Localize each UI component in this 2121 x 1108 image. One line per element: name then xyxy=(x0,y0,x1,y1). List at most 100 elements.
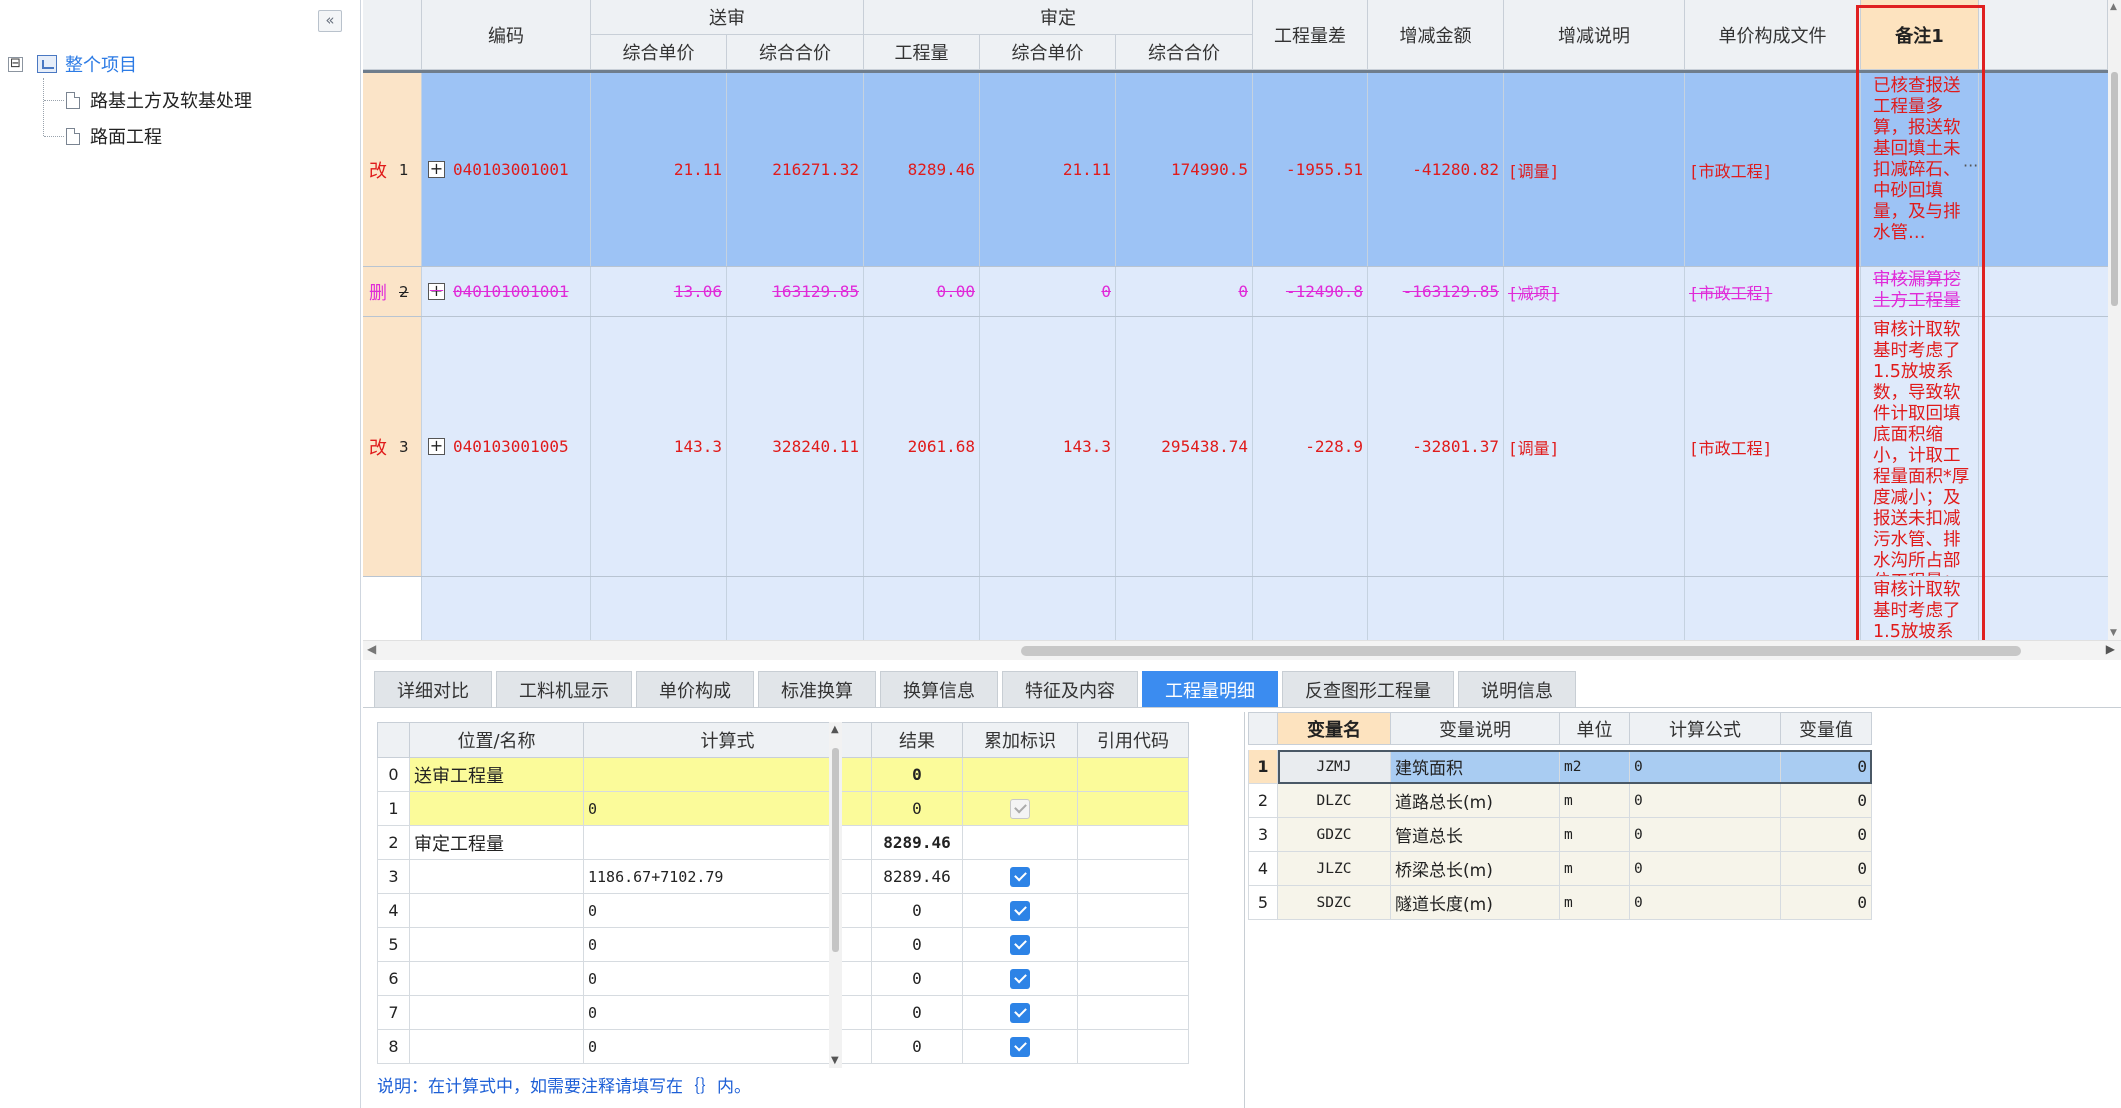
header-app-unit-price[interactable]: 综合单价 xyxy=(980,35,1116,70)
header-sub-total[interactable]: 综合合价 xyxy=(727,35,864,70)
tab-conversion-info[interactable]: 换算信息 xyxy=(880,671,998,707)
scroll-left-icon[interactable]: ◀ xyxy=(367,642,376,656)
detail-row[interactable]: 1 0 0 xyxy=(377,792,1189,826)
expand-icon[interactable]: + xyxy=(428,161,445,178)
vars-header-formula[interactable]: 计算公式 xyxy=(1630,712,1781,745)
vars-header-unit[interactable]: 单位 xyxy=(1560,712,1630,745)
detail-row[interactable]: 4 0 0 xyxy=(377,894,1189,928)
checkbox-checked-icon[interactable] xyxy=(1010,968,1030,989)
amount-diff-cell[interactable]: -41280.82 xyxy=(1368,73,1504,266)
detail-ref-cell[interactable] xyxy=(1078,894,1189,927)
variable-value-cell[interactable]: 0 xyxy=(1781,750,1872,783)
unit-file-cell[interactable]: [市政工程] xyxy=(1685,267,1861,316)
tab-standard-conversion[interactable]: 标准换算 xyxy=(758,671,876,707)
detail-row[interactable]: 8 0 0 xyxy=(377,1030,1189,1064)
detail-row[interactable]: 5 0 0 xyxy=(377,928,1189,962)
detail-name-cell[interactable]: 送审工程量 xyxy=(410,758,584,791)
variable-desc-cell[interactable]: 道路总长(m) xyxy=(1391,784,1560,817)
tab-graphic-quantity[interactable]: 反查图形工程量 xyxy=(1282,671,1454,707)
checkbox-checked-icon[interactable] xyxy=(1010,934,1030,955)
variable-name-cell[interactable]: JLZC xyxy=(1278,852,1391,885)
detail-ref-cell[interactable] xyxy=(1078,792,1189,825)
header-diff-desc[interactable]: 增减说明 xyxy=(1504,0,1685,70)
variable-name-cell[interactable]: DLZC xyxy=(1278,784,1391,817)
variable-formula-cell[interactable]: 0 xyxy=(1630,818,1781,851)
variable-formula-cell[interactable]: 0 xyxy=(1630,750,1781,783)
diff-desc-cell[interactable]: [减项] xyxy=(1504,267,1685,316)
variable-desc-cell[interactable]: 管道总长 xyxy=(1391,818,1560,851)
detail-name-cell[interactable] xyxy=(410,1030,584,1063)
scroll-down-icon[interactable]: ▼ xyxy=(2110,628,2117,638)
diff-desc-cell[interactable] xyxy=(1504,577,1685,647)
detail-header-ref[interactable]: 引用代码 xyxy=(1078,722,1189,758)
variable-unit-cell[interactable]: m xyxy=(1560,784,1630,817)
detail-accumulate-cell[interactable] xyxy=(963,962,1078,995)
checkbox-checked-icon[interactable] xyxy=(1010,1002,1030,1023)
sub-unit-price-cell[interactable]: 13.06 xyxy=(591,267,727,316)
detail-ref-cell[interactable] xyxy=(1078,962,1189,995)
scroll-down-icon[interactable]: ▼ xyxy=(831,1055,839,1066)
detail-ref-cell[interactable] xyxy=(1078,996,1189,1029)
code-cell[interactable]: +040103001005 xyxy=(422,317,591,576)
detail-name-cell[interactable]: 审定工程量 xyxy=(410,826,584,859)
detail-accumulate-cell[interactable] xyxy=(963,996,1078,1029)
tree-node-pavement[interactable]: 路面工程 xyxy=(44,124,162,148)
note-cell[interactable]: 已核查报送工程量多算，报送软基回填土未扣减碎石、中砂回填量，及与排水管… xyxy=(1861,73,1979,266)
expand-icon[interactable]: + xyxy=(428,283,445,300)
variable-desc-cell[interactable]: 桥梁总长(m) xyxy=(1391,852,1560,885)
tree-node-root[interactable]: ⊟ 整个项目 xyxy=(8,52,137,76)
variable-name-cell[interactable]: GDZC xyxy=(1278,818,1391,851)
vars-header-value[interactable]: 变量值 xyxy=(1781,712,1872,745)
tab-labor-material[interactable]: 工料机显示 xyxy=(496,671,632,707)
variable-desc-cell[interactable]: 隧道长度(m) xyxy=(1391,886,1560,919)
amount-diff-cell[interactable]: -163129.85 xyxy=(1368,267,1504,316)
amount-diff-cell[interactable]: -32801.37 xyxy=(1368,317,1504,576)
app-total-cell[interactable]: 295438.74 xyxy=(1116,317,1253,576)
detail-name-cell[interactable] xyxy=(410,860,584,893)
detail-name-cell[interactable] xyxy=(410,792,584,825)
vars-header-name[interactable]: 变量名 xyxy=(1278,712,1391,745)
scroll-right-icon[interactable]: ▶ xyxy=(2106,642,2115,656)
tab-detail-compare[interactable]: 详细对比 xyxy=(374,671,492,707)
variable-value-cell[interactable]: 0 xyxy=(1781,818,1872,851)
code-cell[interactable]: +040103001001 xyxy=(422,73,591,266)
detail-accumulate-cell[interactable] xyxy=(963,894,1078,927)
header-note[interactable]: 备注1 xyxy=(1861,0,1979,70)
variable-row[interactable]: 1 JZMJ 建筑面积 m2 0 0 xyxy=(1248,750,1872,784)
sub-total-cell[interactable]: 328240.11 xyxy=(727,317,864,576)
detail-ref-cell[interactable] xyxy=(1078,860,1189,893)
collapse-panel-button[interactable]: « xyxy=(318,10,342,32)
detail-header-name[interactable]: 位置/名称 xyxy=(410,722,584,758)
detail-ref-cell[interactable] xyxy=(1078,826,1189,859)
scroll-up-icon[interactable]: ▲ xyxy=(831,724,839,735)
tab-quantity-detail[interactable]: 工程量明细 xyxy=(1142,671,1278,707)
variable-name-cell[interactable]: JZMJ xyxy=(1278,750,1391,783)
variable-unit-cell[interactable]: m xyxy=(1560,852,1630,885)
detail-row[interactable]: 6 0 0 xyxy=(377,962,1189,996)
variable-desc-cell[interactable]: 建筑面积 xyxy=(1391,750,1560,783)
tab-description[interactable]: 说明信息 xyxy=(1458,671,1576,707)
variable-unit-cell[interactable]: m xyxy=(1560,818,1630,851)
variable-name-cell[interactable]: SDZC xyxy=(1278,886,1391,919)
detail-name-cell[interactable] xyxy=(410,928,584,961)
sub-total-cell[interactable]: 216271.32 xyxy=(727,73,864,266)
sub-unit-price-cell[interactable]: 143.3 xyxy=(591,317,727,576)
unit-file-cell[interactable] xyxy=(1685,577,1861,647)
header-unit-file[interactable]: 单价构成文件 xyxy=(1685,0,1861,70)
variable-formula-cell[interactable]: 0 xyxy=(1630,886,1781,919)
header-sub-unit-price[interactable]: 综合单价 xyxy=(591,35,727,70)
vars-header-desc[interactable]: 变量说明 xyxy=(1391,712,1560,745)
app-total-cell[interactable] xyxy=(1116,577,1253,647)
checkbox-checked-icon[interactable] xyxy=(1010,900,1030,921)
detail-ref-cell[interactable] xyxy=(1078,758,1189,791)
tree-node-roadbed[interactable]: 路基土方及软基处理 xyxy=(44,88,252,112)
variable-row[interactable]: 4 JLZC 桥梁总长(m) m 0 0 xyxy=(1248,852,1872,886)
detail-name-cell[interactable] xyxy=(410,962,584,995)
detail-name-cell[interactable] xyxy=(410,894,584,927)
detail-row[interactable]: 2 审定工程量 8289.46 xyxy=(377,826,1189,860)
sub-total-cell[interactable] xyxy=(727,577,864,647)
variable-formula-cell[interactable]: 0 xyxy=(1630,784,1781,817)
header-amount-diff[interactable]: 增减金额 xyxy=(1368,0,1504,70)
vertical-scrollbar[interactable]: ▲ ▼ xyxy=(2108,0,2121,640)
detail-scrollbar[interactable]: ▲ ▼ xyxy=(829,722,842,1068)
